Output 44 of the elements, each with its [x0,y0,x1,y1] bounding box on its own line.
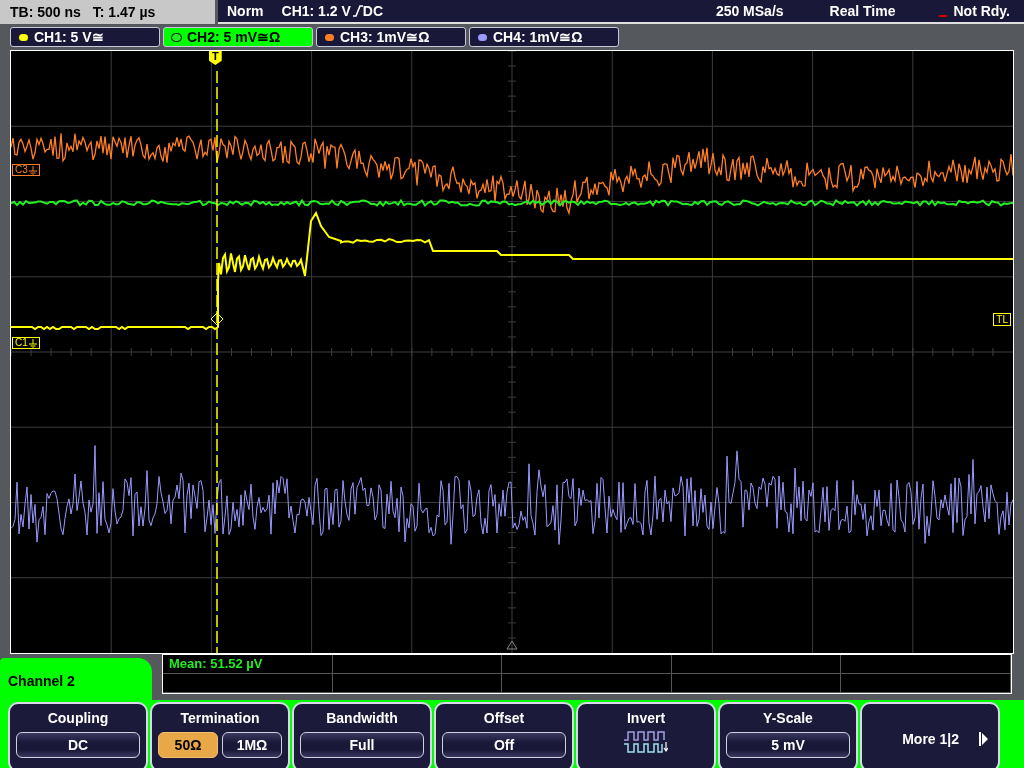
value-button[interactable]: 5 mV [726,732,850,758]
trigger-level: CH1: 1.2 V [281,1,351,21]
center-marker-icon [506,640,518,650]
softkey-label: Termination [180,709,260,728]
trigger-coupling: DC [362,1,384,21]
trigger-level-marker: TL [993,313,1011,326]
softkey[interactable]: Offset Off [434,702,574,768]
trigger-point-icon [210,312,224,326]
softkey[interactable]: Coupling DC [8,702,148,768]
channel-tab[interactable]: CH1: 5 V≅ [10,27,160,47]
menu-title: Channel 2 [8,671,75,691]
value-button[interactable]: Off [442,732,566,758]
acquisition-mode: Real Time [829,1,896,21]
softkey[interactable]: Bandwidth Full [292,702,432,768]
softkey[interactable]: Termination 50Ω 1MΩ [150,702,290,768]
status-indicator-icon [939,15,948,17]
trigger-mode: Norm [227,1,264,21]
softkey-label: Y-Scale [763,709,813,728]
channel-tab[interactable]: CH4: 1mV≅Ω [469,27,619,47]
channel-tab[interactable]: CH2: 5 mV≅Ω [163,27,313,47]
sample-rate: 250 MSa/s [715,1,784,21]
softkey-label: Offset [483,709,525,728]
rising-edge-icon [352,5,363,17]
softkey-label: Invert [626,709,666,728]
option-button[interactable]: 50Ω [158,732,218,758]
caret-icon [979,732,988,746]
value-button[interactable]: Full [300,732,424,758]
trigger-position-marker: T [209,51,222,65]
more-label: More 1|2 [902,729,959,749]
softkey[interactable]: Invert [576,702,716,768]
softkey-label: Bandwidth [326,709,398,728]
invert-waveform-icon [624,730,668,756]
value-button[interactable]: DC [16,732,140,758]
marker-label: C3 [15,165,28,175]
measurement-cell: Mean: 51.52 µV [163,655,333,674]
softkey[interactable]: More 1|2 [860,702,1000,768]
option-button[interactable]: 1MΩ [222,732,282,758]
softkey[interactable]: Y-Scale 5 mV [718,702,858,768]
marker-label: C1 [15,338,28,348]
channel-tab[interactable]: CH3: 1mV≅Ω [316,27,466,47]
timebase-readout: TB: 500 ns [10,2,81,22]
softkey-label: Coupling [47,709,109,728]
trigger-time-readout: T: 1.47 µs [92,2,156,22]
acquisition-status: Not Rdy. [953,1,1010,21]
